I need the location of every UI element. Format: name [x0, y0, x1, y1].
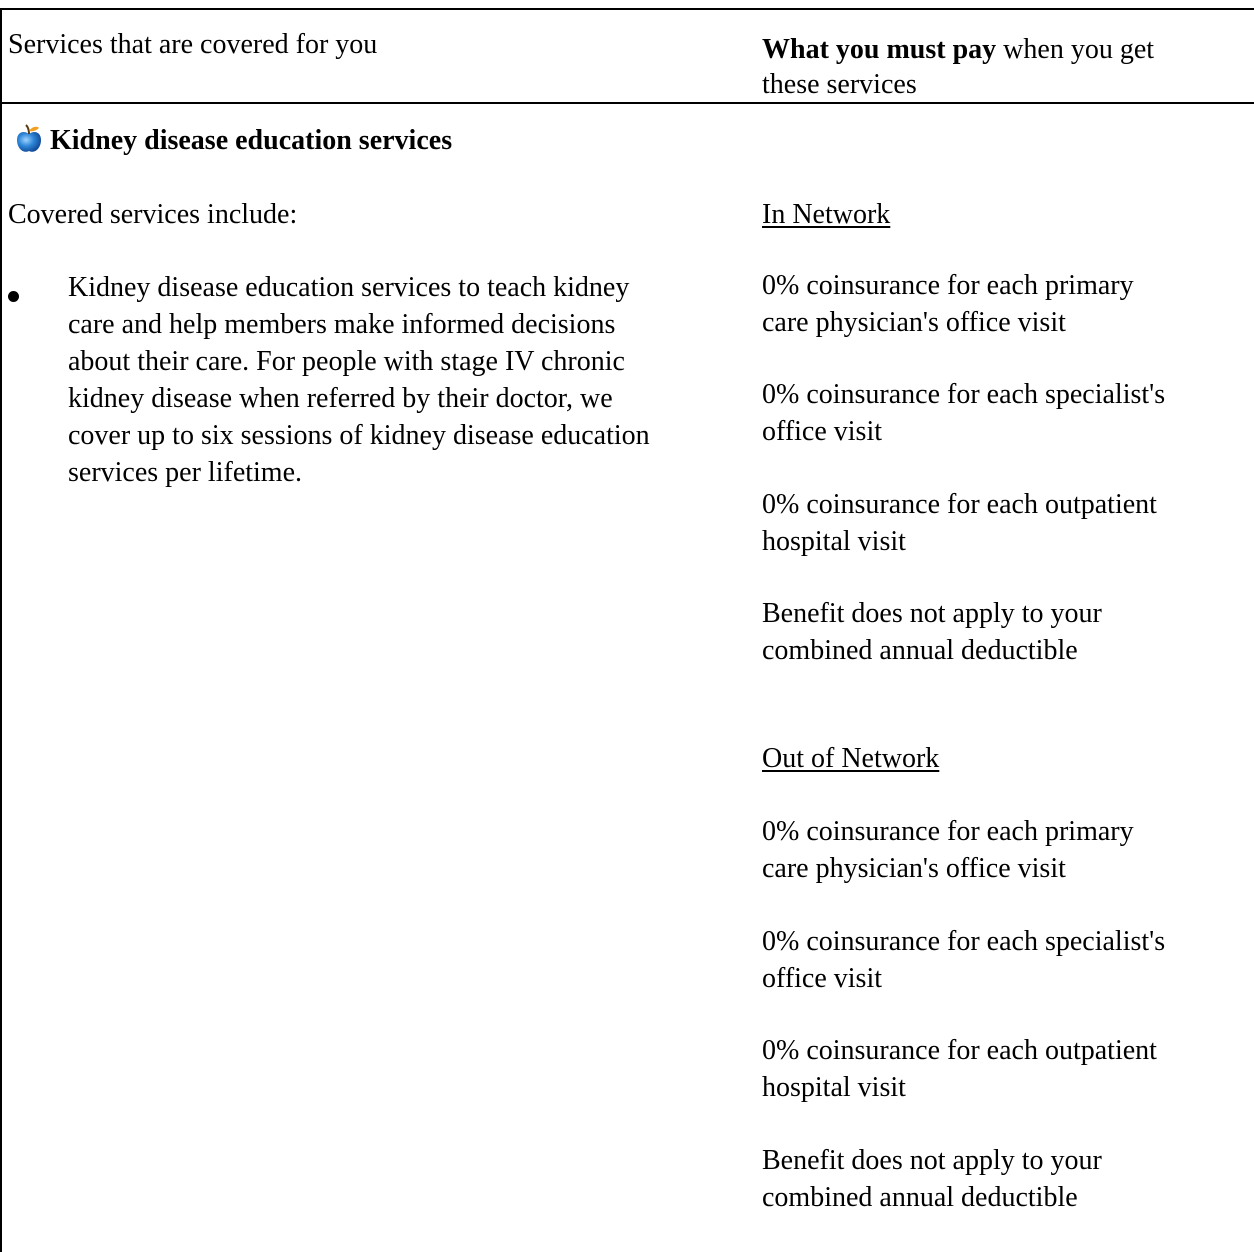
description-line: care and help members make informed deci… — [68, 309, 616, 340]
out-of-network-heading: Out of Network — [762, 743, 940, 774]
covered-services-intro: Covered services include: — [8, 199, 298, 230]
out-of-network-item-line: hospital visit — [762, 1072, 906, 1103]
header-pay-label: What you must pay when you get — [762, 31, 1154, 68]
header-pay-bold: What you must pay — [762, 34, 997, 65]
out-of-network-item-line: 0% coinsurance for each primary — [762, 816, 1134, 847]
description-line: services per lifetime. — [68, 457, 303, 488]
header-pay-line2: these services — [762, 69, 917, 100]
description-line: kidney disease when referred by their do… — [68, 383, 613, 414]
in-network-item-outpatient: 0% coinsurance for each outpatient hospi… — [762, 486, 1157, 560]
header-divider-rule — [0, 102, 1254, 104]
in-network-item-line: hospital visit — [762, 526, 906, 557]
in-network-item-specialist: 0% coinsurance for each specialist's off… — [762, 376, 1165, 450]
description-line: about their care. For people with stage … — [68, 346, 625, 377]
description-line: Kidney disease education services to tea… — [68, 272, 630, 303]
out-of-network-item-specialist: 0% coinsurance for each specialist's off… — [762, 923, 1165, 997]
in-network-item-line: 0% coinsurance for each specialist's — [762, 379, 1166, 410]
out-of-network-item-outpatient: 0% coinsurance for each outpatient hospi… — [762, 1032, 1157, 1106]
apple-icon — [17, 124, 41, 152]
in-network-item-deductible: Benefit does not apply to your combined … — [762, 595, 1102, 669]
section-title: Kidney disease education services — [50, 125, 453, 156]
out-of-network-item-line: 0% coinsurance for each specialist's — [762, 926, 1166, 957]
out-of-network-item-line: combined annual deductible — [762, 1182, 1078, 1213]
out-of-network-item-line: Benefit does not apply to your — [762, 1145, 1102, 1176]
out-of-network-item-deductible: Benefit does not apply to your combined … — [762, 1142, 1102, 1216]
out-of-network-item-line: 0% coinsurance for each outpatient — [762, 1035, 1157, 1066]
in-network-item-line: care physician's office visit — [762, 307, 1066, 338]
table-left-rule — [0, 8, 2, 1252]
header-pay-rest: when you get — [996, 34, 1155, 65]
covered-service-description: Kidney disease education services to tea… — [68, 269, 758, 491]
bullet-dot — [8, 291, 19, 302]
in-network-item-line: 0% coinsurance for each outpatient — [762, 489, 1157, 520]
table-top-rule — [0, 8, 1254, 10]
out-of-network-item-line: care physician's office visit — [762, 853, 1066, 884]
out-of-network-item-primary: 0% coinsurance for each primary care phy… — [762, 813, 1134, 887]
in-network-item-line: Benefit does not apply to your — [762, 598, 1102, 629]
out-of-network-item-line: office visit — [762, 963, 883, 994]
in-network-heading: In Network — [762, 199, 891, 230]
in-network-item-line: combined annual deductible — [762, 635, 1078, 666]
in-network-item-line: office visit — [762, 416, 883, 447]
in-network-item-primary: 0% coinsurance for each primary care phy… — [762, 267, 1134, 341]
header-services-label: Services that are covered for you — [8, 29, 378, 60]
in-network-item-line: 0% coinsurance for each primary — [762, 270, 1134, 301]
description-line: cover up to six sessions of kidney disea… — [68, 420, 650, 451]
